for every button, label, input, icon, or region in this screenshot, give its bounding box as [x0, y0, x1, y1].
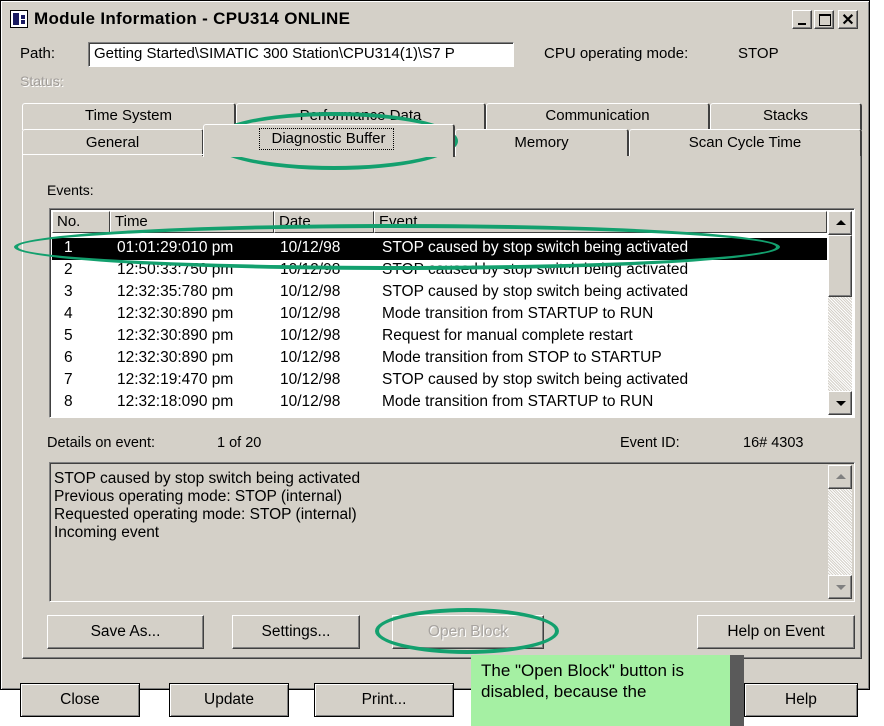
- tab-memory[interactable]: Memory: [455, 129, 629, 156]
- annotation-callout: The "Open Block" button is disabled, bec…: [471, 655, 730, 726]
- details-scroll-down-button[interactable]: [828, 575, 852, 599]
- save-as-button[interactable]: Save As...: [47, 615, 204, 649]
- highlight-ring-row: [14, 224, 780, 270]
- event-row[interactable]: 4 12:32:30:890 pm 10/12/98 Mode transiti…: [52, 304, 827, 326]
- event-no: 2: [64, 261, 73, 278]
- column-header-no[interactable]: No.: [52, 211, 110, 233]
- module-app-icon: [10, 10, 28, 28]
- help-button[interactable]: Help: [744, 683, 858, 717]
- event-text: STOP caused by stop switch being activat…: [382, 283, 689, 300]
- event-date: 10/12/98: [280, 283, 341, 300]
- details-line: Requested operating mode: STOP (internal…: [54, 506, 357, 523]
- status-label: Status:: [20, 73, 64, 89]
- tab-diagnostic-buffer[interactable]: Diagnostic Buffer: [203, 124, 455, 157]
- event-no: 7: [64, 371, 73, 388]
- callout-shadow: [730, 655, 744, 726]
- event-row[interactable]: 3 12:32:35:780 pm 10/12/98 STOP caused b…: [52, 282, 827, 304]
- event-time: 12:32:35:780 pm: [117, 283, 234, 300]
- close-button[interactable]: Close: [20, 683, 140, 717]
- event-time: 12:32:30:890 pm: [117, 349, 234, 366]
- path-field[interactable]: Getting Started\SIMATIC 300 Station\CPU3…: [88, 42, 514, 67]
- details-scrollbar[interactable]: [828, 465, 852, 599]
- event-text: Request for manual complete restart: [382, 327, 633, 344]
- tab-stacks[interactable]: Stacks: [710, 103, 862, 130]
- event-date: 10/12/98: [280, 305, 341, 322]
- window-title: Module Information - CPU314 ONLINE: [34, 9, 351, 28]
- settings-button[interactable]: Settings...: [232, 615, 360, 649]
- tab-scan-cycle-time[interactable]: Scan Cycle Time: [629, 129, 862, 156]
- details-line: Incoming event: [54, 524, 160, 541]
- help-on-event-button[interactable]: Help on Event: [697, 615, 855, 649]
- scroll-down-button[interactable]: [828, 391, 852, 415]
- event-date: 10/12/98: [280, 371, 341, 388]
- close-icon: ✕: [841, 12, 855, 29]
- cpu-mode-label: CPU operating mode:: [544, 45, 689, 62]
- event-time: 12:32:30:890 pm: [117, 327, 234, 344]
- event-time: 12:32:18:090 pm: [117, 393, 234, 410]
- event-text: Mode transition from STARTUP to RUN: [382, 305, 654, 322]
- event-row[interactable]: 5 12:32:30:890 pm 10/12/98 Request for m…: [52, 326, 827, 348]
- events-scrollbar[interactable]: [828, 211, 852, 415]
- event-row[interactable]: 7 12:32:19:470 pm 10/12/98 STOP caused b…: [52, 370, 827, 392]
- arrow-up-icon: [836, 474, 846, 479]
- details-line: Previous operating mode: STOP (internal): [54, 488, 343, 505]
- details-scroll-up-button[interactable]: [828, 465, 852, 489]
- event-date: 10/12/98: [280, 349, 341, 366]
- event-no: 5: [64, 327, 73, 344]
- minimize-button[interactable]: [792, 10, 812, 29]
- arrow-up-icon: [836, 220, 846, 225]
- details-line: STOP caused by stop switch being activat…: [54, 470, 361, 487]
- event-date: 10/12/98: [280, 393, 341, 410]
- print-button[interactable]: Print...: [314, 683, 454, 717]
- close-window-button[interactable]: ✕: [838, 10, 858, 29]
- event-no: 6: [64, 349, 73, 366]
- events-label: Events:: [47, 182, 94, 198]
- event-details-box[interactable]: STOP caused by stop switch being activat…: [49, 462, 855, 602]
- event-time: 12:32:30:890 pm: [117, 305, 234, 322]
- scroll-up-button[interactable]: [828, 211, 852, 235]
- event-text: STOP caused by stop switch being activat…: [382, 371, 689, 388]
- details-label: Details on event:: [47, 435, 156, 451]
- maximize-button[interactable]: [814, 10, 834, 29]
- tab-general[interactable]: General: [22, 129, 204, 156]
- arrow-down-icon: [836, 401, 846, 406]
- tab-focus-rect: [259, 128, 394, 150]
- highlight-ring-open-block: [375, 608, 559, 654]
- event-id-value: 16# 4303: [743, 435, 804, 451]
- event-text: Mode transition from STARTUP to RUN: [382, 393, 654, 410]
- title-bar[interactable]: Module Information - CPU314 ONLINE ✕: [4, 4, 866, 34]
- event-row[interactable]: 6 12:32:30:890 pm 10/12/98 Mode transiti…: [52, 348, 827, 370]
- tab-communication[interactable]: Communication: [486, 103, 710, 130]
- details-counter: 1 of 20: [217, 435, 262, 451]
- event-date: 10/12/98: [280, 327, 341, 344]
- arrow-down-icon: [836, 585, 846, 590]
- update-button[interactable]: Update: [169, 683, 289, 717]
- event-id-label: Event ID:: [620, 435, 680, 451]
- event-row[interactable]: 8 12:32:18:090 pm 10/12/98 Mode transiti…: [52, 392, 827, 414]
- event-text: Mode transition from STOP to STARTUP: [382, 349, 662, 366]
- event-no: 3: [64, 283, 73, 300]
- path-label: Path:: [20, 45, 56, 62]
- scroll-thumb[interactable]: [828, 235, 852, 297]
- event-time: 12:32:19:470 pm: [117, 371, 234, 388]
- event-no: 8: [64, 393, 73, 410]
- event-no: 4: [64, 305, 73, 322]
- cpu-mode-value: STOP: [738, 45, 779, 62]
